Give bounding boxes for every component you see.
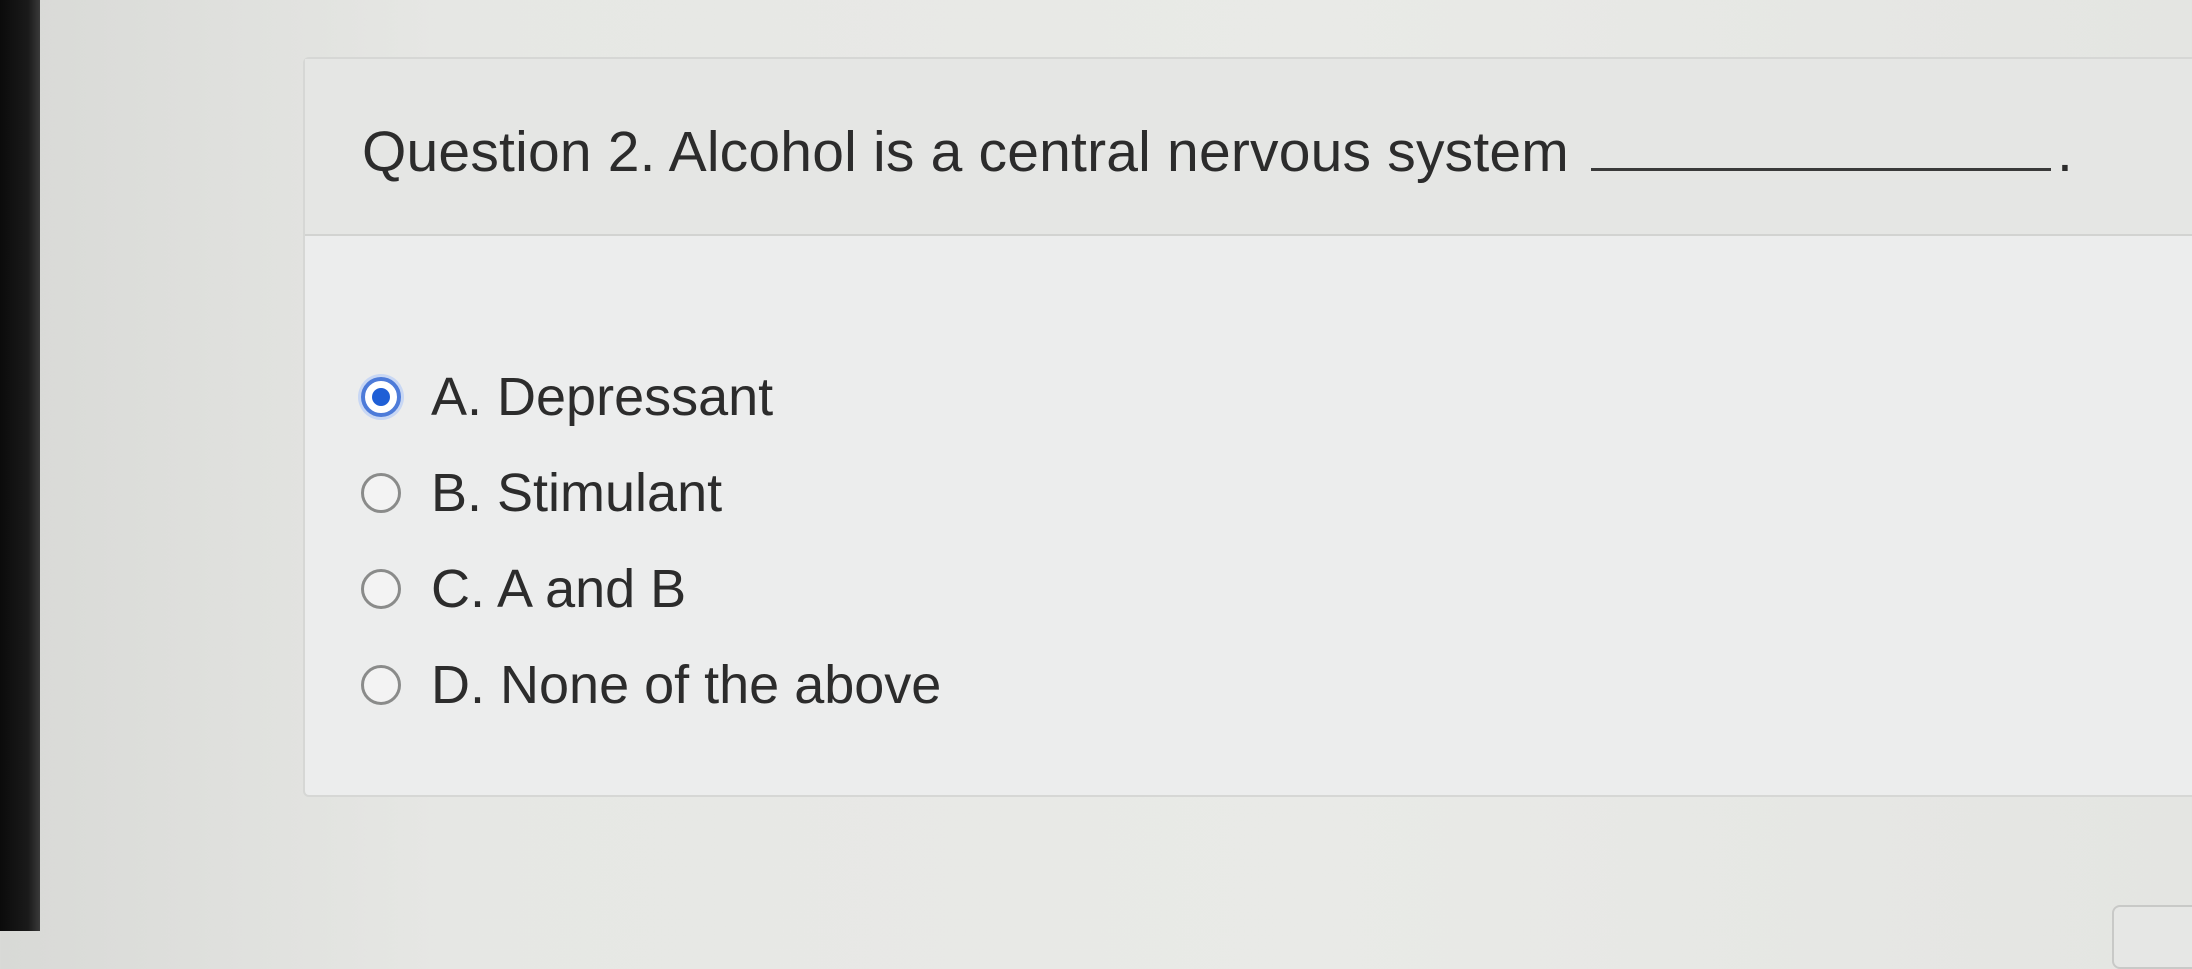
- option-c[interactable]: C. A and B: [361, 541, 941, 637]
- question-text: Question 2. Alcohol is a central nervous…: [362, 119, 2073, 185]
- partial-button[interactable]: [2112, 905, 2192, 969]
- option-c-label[interactable]: C. A and B: [431, 558, 686, 620]
- question-prompt: Question 2. Alcohol is a central nervous…: [362, 120, 1569, 184]
- radio-selected-dot: [372, 388, 390, 406]
- question-header: Question 2. Alcohol is a central nervous…: [305, 59, 2192, 236]
- radio-option-d[interactable]: [361, 665, 401, 705]
- screen-bezel: [0, 0, 40, 931]
- question-end-punctuation: .: [2056, 120, 2074, 184]
- option-b[interactable]: B. Stimulant: [361, 445, 941, 541]
- answer-blank: [1590, 167, 2051, 171]
- radio-option-a[interactable]: [361, 377, 401, 417]
- option-d-label[interactable]: D. None of the above: [431, 654, 941, 716]
- option-d[interactable]: D. None of the above: [361, 637, 941, 733]
- option-a[interactable]: A. Depressant: [361, 349, 941, 445]
- radio-option-c[interactable]: [361, 569, 401, 609]
- answer-options: A. Depressant B. Stimulant C. A and B D.…: [361, 349, 941, 733]
- radio-option-b[interactable]: [361, 473, 401, 513]
- question-card: Question 2. Alcohol is a central nervous…: [303, 57, 2192, 797]
- option-b-label[interactable]: B. Stimulant: [431, 462, 722, 524]
- option-a-label[interactable]: A. Depressant: [431, 366, 773, 428]
